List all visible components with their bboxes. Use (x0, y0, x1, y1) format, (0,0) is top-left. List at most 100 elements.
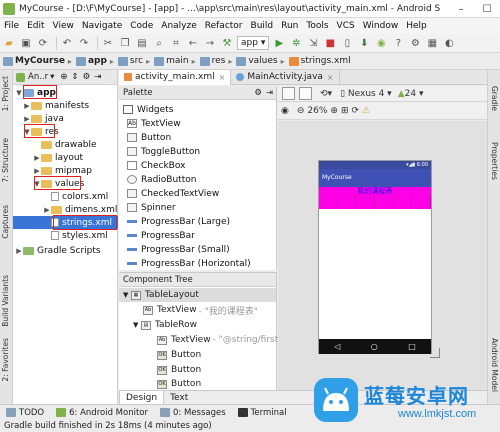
tab-activity-main[interactable]: activity_main.xml × (119, 69, 232, 85)
menu-run[interactable]: Run (277, 21, 302, 31)
preview-button-row[interactable] (319, 195, 432, 209)
show-constraints-icon[interactable]: ◉ (281, 106, 289, 116)
help-icon[interactable]: ? (391, 36, 405, 50)
tab-main-activity[interactable]: MainActivity.java × (231, 69, 340, 85)
tree-item-manifests[interactable]: ▶ manifests (13, 99, 118, 112)
tool-window-build-variants[interactable]: Build Variants (1, 275, 10, 327)
preview-cell[interactable] (356, 195, 376, 209)
tree-node-tablelayout[interactable]: ▼ ▦ TableLayout (119, 288, 276, 302)
copy-icon[interactable]: ❐ (118, 36, 132, 50)
tree-node-textview[interactable]: Ab TextView - "我的课程表" (143, 303, 258, 317)
tree-item-layout[interactable]: ▶ layout (13, 151, 118, 164)
tool-window-structure[interactable]: 7: Structure (1, 138, 10, 183)
palette-item-radiobutton[interactable]: RadioButton (127, 173, 196, 186)
palette-item-progressbar-large[interactable]: ProgressBar (Large) (127, 215, 230, 228)
breadcrumb-item[interactable]: src ▸ (117, 56, 150, 66)
preview-cell[interactable] (394, 195, 413, 209)
collapse-icon[interactable]: ⇕ (72, 72, 79, 82)
back-icon[interactable]: ← (186, 36, 200, 50)
expand-arrow-icon[interactable]: ▶ (43, 206, 51, 214)
tree-item-colors[interactable]: colors.xml (13, 190, 118, 203)
device-select[interactable]: ▯ Nexus 4 ▾ (340, 89, 392, 99)
breadcrumb-item[interactable]: strings.xml (288, 56, 351, 66)
zoom-fit-icon[interactable]: ⊞ (341, 106, 349, 116)
expand-arrow-icon[interactable]: ▶ (23, 102, 31, 110)
breadcrumb-item[interactable]: main ▸ (154, 56, 196, 66)
menu-refactor[interactable]: Refactor (201, 21, 247, 31)
expand-arrow-icon[interactable]: ▶ (33, 167, 41, 175)
tool-window-captures[interactable]: Captures (1, 205, 10, 239)
expand-arrow-icon[interactable]: ▶ (23, 115, 31, 123)
palette-item-checkbox[interactable]: CheckBox (127, 159, 185, 172)
cut-icon[interactable]: ✂ (101, 36, 115, 50)
blueprint-view-icon[interactable] (299, 87, 312, 100)
run-icon[interactable]: ▶ (272, 36, 286, 50)
palette-item-progressbar-small[interactable]: ProgressBar (Small) (127, 243, 230, 256)
gear-icon[interactable]: ⚙ (83, 72, 91, 82)
menu-analyze[interactable]: Analyze (157, 21, 200, 31)
hide-icon[interactable]: ⇥ (94, 72, 101, 82)
redo-icon[interactable]: ↷ (77, 36, 91, 50)
forward-icon[interactable]: → (203, 36, 217, 50)
tool-window-favorites[interactable]: 2: Favorites (1, 338, 10, 382)
palette-hide-icon[interactable]: ⇥ (266, 88, 273, 98)
sync-icon[interactable]: ⟳ (36, 36, 50, 50)
menu-tools[interactable]: Tools (302, 21, 332, 31)
tree-item-drawable[interactable]: drawable (13, 138, 118, 151)
tree-item-gradle-scripts[interactable]: ▶ Gradle Scripts (13, 244, 118, 257)
palette-item-spinner[interactable]: Spinner (127, 201, 176, 214)
sdk-manager-icon[interactable]: ⬇ (357, 36, 371, 50)
minimize-icon[interactable]: – (448, 0, 474, 18)
make-project-icon[interactable]: ⚒ (220, 36, 234, 50)
menu-code[interactable]: Code (126, 21, 157, 31)
menu-help[interactable]: Help (402, 21, 431, 31)
save-icon[interactable]: ▣ (19, 36, 33, 50)
menu-navigate[interactable]: Navigate (78, 21, 126, 31)
palette-group-widgets[interactable]: Widgets (123, 103, 173, 116)
palette-settings-icon[interactable]: ⚙ (254, 88, 262, 98)
expand-arrow-icon[interactable]: ▼ (123, 291, 131, 299)
settings-icon[interactable]: ⚙ (408, 36, 422, 50)
palette-item-checkedtextview[interactable]: CheckedTextView (127, 187, 219, 200)
menu-view[interactable]: View (49, 21, 78, 31)
tool-window-project[interactable]: 1: Project (1, 76, 10, 111)
menu-window[interactable]: Window (359, 21, 403, 31)
avd-manager-icon[interactable]: ▯ (340, 36, 354, 50)
preview-cell[interactable] (412, 195, 432, 209)
open-folder-icon[interactable]: ▰ (2, 36, 16, 50)
android-device-monitor-icon[interactable]: ◉ (374, 36, 388, 50)
tree-node-button[interactable]: OK Button (157, 348, 201, 362)
android-profiler-icon[interactable]: ◐ (442, 36, 456, 50)
palette-item-textview[interactable]: Ab TextView (127, 117, 181, 130)
menu-build[interactable]: Build (247, 21, 278, 31)
preview-cell[interactable] (319, 195, 338, 209)
tool-window-gradle[interactable]: Gradle (490, 86, 499, 111)
replace-icon[interactable]: ⌗ (169, 36, 183, 50)
api-select[interactable]: ▲24 ▾ (398, 89, 424, 99)
run-config-select[interactable]: app ▾ (237, 36, 270, 50)
expand-arrow-icon[interactable]: ▼ (133, 321, 141, 329)
paste-icon[interactable]: ▤ (135, 36, 149, 50)
tree-node-button[interactable]: OK Button (157, 377, 201, 391)
breadcrumb-item[interactable]: res ▸ (199, 56, 232, 66)
maximize-icon[interactable]: ☐ (474, 0, 500, 18)
refresh-icon[interactable]: ⟳ (352, 106, 360, 116)
zoom-in-icon[interactable]: ⊕ (330, 106, 338, 116)
breadcrumb-item[interactable]: app ▸ (75, 56, 114, 66)
breadcrumb-item[interactable]: MyCourse ▸ (3, 56, 72, 66)
zoom-out-icon[interactable]: ⊖ (297, 106, 305, 116)
close-icon[interactable]: × (219, 73, 226, 82)
palette-item-progressbar-horizontal[interactable]: ProgressBar (Horizontal) (127, 257, 251, 270)
device-preview[interactable]: ▾◢▮ 6:00 MyCourse 我的课程表 ◁ ○ □ (318, 160, 432, 354)
tool-tab-messages[interactable]: 0: Messages (159, 408, 226, 418)
sync-target-icon[interactable]: ⊕ (60, 72, 67, 82)
expand-arrow-icon[interactable]: ▼ (15, 89, 23, 97)
warnings-icon[interactable]: ⚠ (362, 106, 370, 116)
tree-item-styles[interactable]: styles.xml (13, 229, 118, 242)
preview-cell[interactable] (338, 195, 357, 209)
structure-icon[interactable]: ▦ (425, 36, 439, 50)
orientation-icon[interactable]: ⟲▾ (320, 89, 332, 99)
view-dropdown-icon[interactable]: ▾ (50, 72, 54, 82)
expand-arrow-icon[interactable]: ▶ (15, 247, 23, 255)
palette-item-progressbar[interactable]: ProgressBar (127, 229, 195, 242)
